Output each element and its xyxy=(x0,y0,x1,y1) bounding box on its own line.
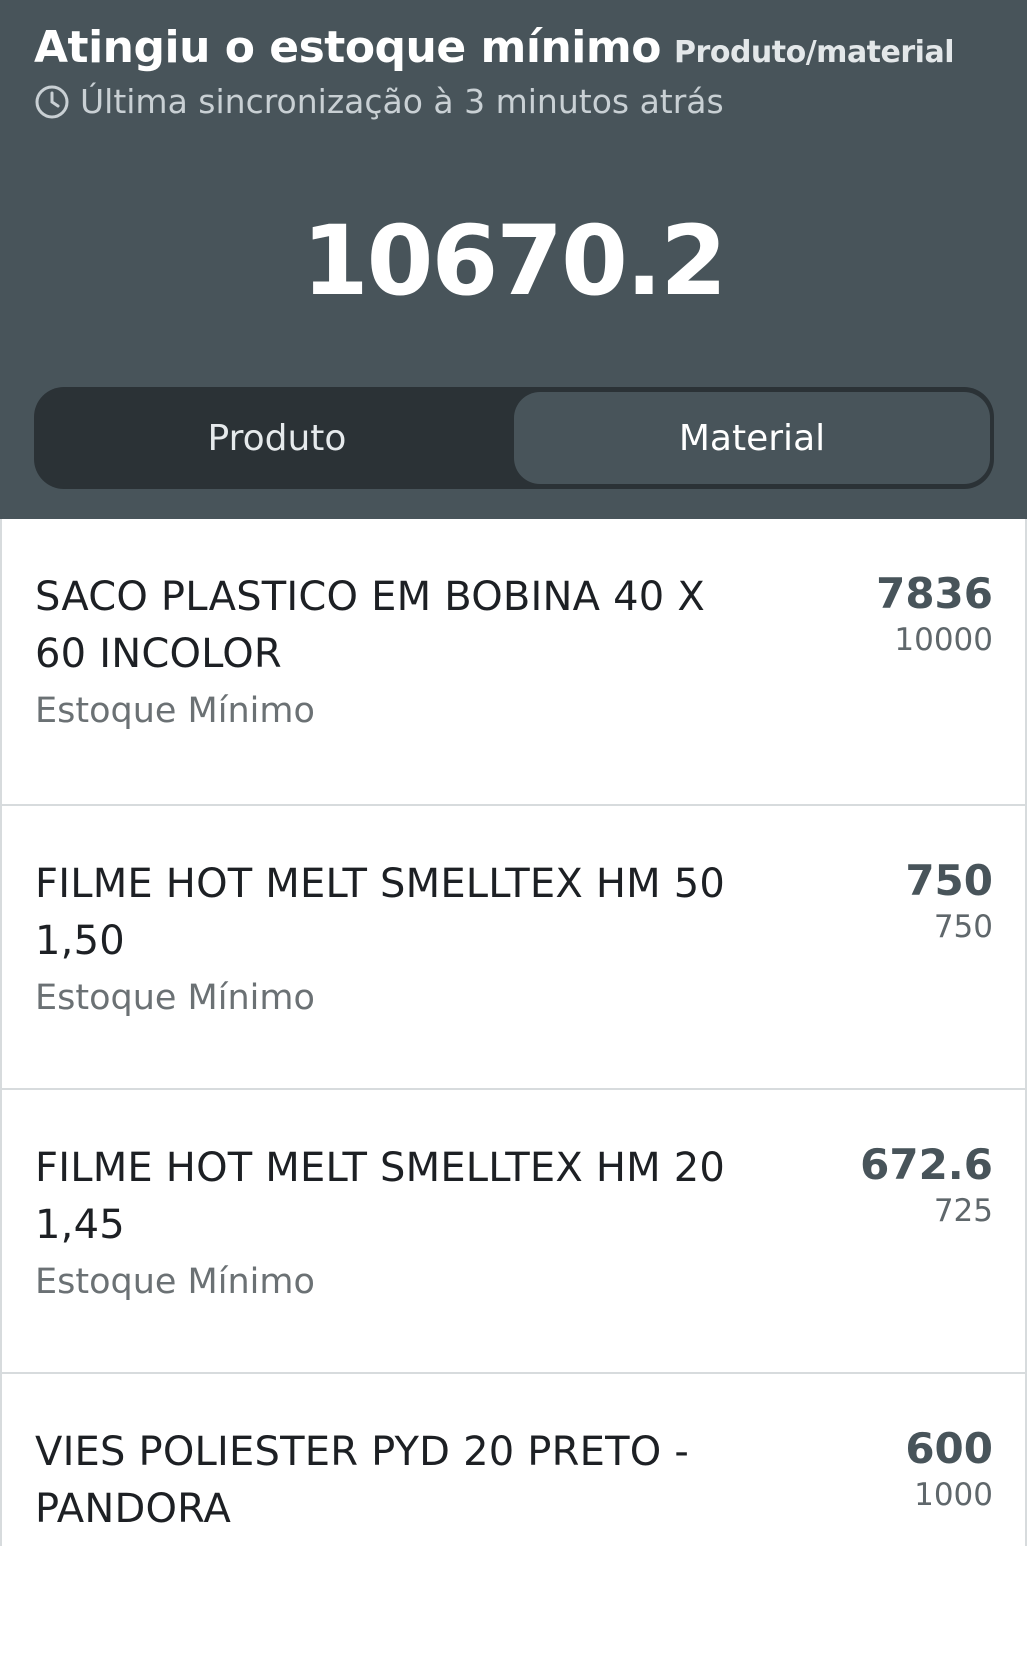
item-current-value: 600 xyxy=(905,1424,993,1473)
item-name: VIES POLIESTER PYD 20 PRETO - PANDORA xyxy=(35,1429,689,1532)
page-title: Atingiu o estoque mínimo xyxy=(34,22,661,73)
item-label: Estoque Mínimo xyxy=(35,1262,315,1302)
list-item[interactable]: FILME HOT MELT SMELLTEX HM 50 1,50 Estoq… xyxy=(2,804,1025,1088)
item-minimum-value: 750 xyxy=(933,909,993,945)
list-item[interactable]: VIES POLIESTER PYD 20 PRETO - PANDORA 60… xyxy=(2,1372,1025,1656)
tab-material[interactable]: Material xyxy=(514,392,990,484)
item-current-value: 672.6 xyxy=(860,1140,993,1189)
list-item[interactable]: FILME HOT MELT SMELLTEX HM 20 1,45 Estoq… xyxy=(2,1088,1025,1372)
header-panel: Atingiu o estoque mínimo Produto/materia… xyxy=(0,0,1027,519)
sync-text: Última sincronização à 3 minutos atrás xyxy=(80,82,724,121)
tab-produto[interactable]: Produto xyxy=(39,392,515,484)
item-name: FILME HOT MELT SMELLTEX HM 20 1,45 xyxy=(35,1145,726,1248)
item-current-value: 750 xyxy=(905,856,993,905)
page-subtitle-tag: Produto/material xyxy=(674,35,954,70)
clock-icon xyxy=(34,84,70,120)
item-label: Estoque Mínimo xyxy=(35,978,315,1018)
item-minimum-value: 725 xyxy=(933,1193,993,1229)
item-label: Estoque Mínimo xyxy=(35,691,315,731)
list-item[interactable]: SACO PLASTICO EM BOBINA 40 X 60 INCOLOR … xyxy=(2,519,1025,804)
total-value: 10670.2 xyxy=(301,205,727,317)
item-current-value: 7836 xyxy=(876,569,993,618)
item-name: SACO PLASTICO EM BOBINA 40 X 60 INCOLOR xyxy=(35,574,705,677)
material-list: SACO PLASTICO EM BOBINA 40 X 60 INCOLOR … xyxy=(2,519,1025,1656)
title-row: Atingiu o estoque mínimo Produto/materia… xyxy=(34,22,954,73)
item-minimum-value: 10000 xyxy=(894,622,993,658)
item-name: FILME HOT MELT SMELLTEX HM 50 1,50 xyxy=(35,861,726,964)
product-material-toggle: Produto Material xyxy=(34,387,994,489)
item-minimum-value: 1000 xyxy=(914,1477,993,1513)
sync-status: Última sincronização à 3 minutos atrás xyxy=(34,82,724,121)
